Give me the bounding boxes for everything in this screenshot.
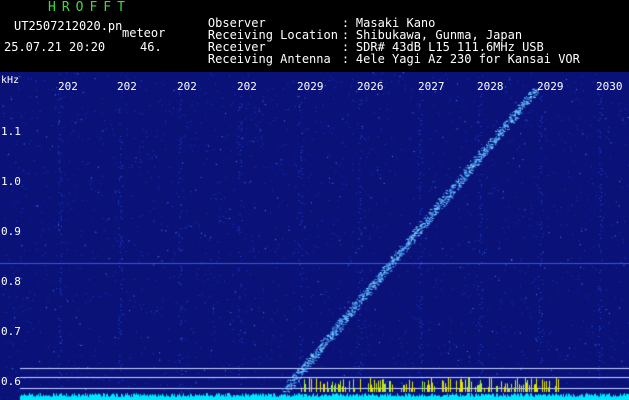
meteor-label: meteor [122, 26, 166, 40]
file-name: UT2507212020.pn [14, 19, 123, 33]
antenna-value: 4ele Yagi Az 230 for Kansai VOR [355, 52, 580, 66]
freq-label: 0.9 [1, 225, 21, 238]
freq-label: 1.0 [1, 175, 21, 188]
time-tick: 2030 [596, 80, 623, 93]
separator: : [341, 52, 350, 66]
time-tick: 202 [237, 80, 257, 93]
time-tick: 2029 [537, 80, 564, 93]
spectrogram-canvas [0, 72, 629, 400]
freq-label: 0.6 [1, 375, 21, 388]
antenna-row: Receiving Antenna:4ele Yagi Az 230 for K… [179, 41, 580, 77]
time-tick: 2029 [297, 80, 324, 93]
spectrogram [0, 72, 629, 400]
antenna-label: Receiving Antenna [207, 52, 331, 66]
time-tick: 2028 [477, 80, 504, 93]
time-tick: 202 [117, 80, 137, 93]
freq-label: 0.7 [1, 325, 21, 338]
capture-datetime: 25.07.21 20:20 [4, 40, 106, 54]
freq-label: 1.1 [1, 125, 21, 138]
time-tick: 2027 [418, 80, 445, 93]
hrofft-window: HROFFT UT2507212020.pn meteor 25.07.21 2… [0, 0, 629, 400]
time-tick: 2026 [357, 80, 384, 93]
time-tick: 202 [177, 80, 197, 93]
frequency-unit: kHz [1, 75, 20, 86]
time-tick: 202 [58, 80, 78, 93]
app-title: HROFFT [48, 0, 131, 15]
freq-label: 0.8 [1, 275, 21, 288]
meteor-count: 46. [140, 40, 162, 54]
